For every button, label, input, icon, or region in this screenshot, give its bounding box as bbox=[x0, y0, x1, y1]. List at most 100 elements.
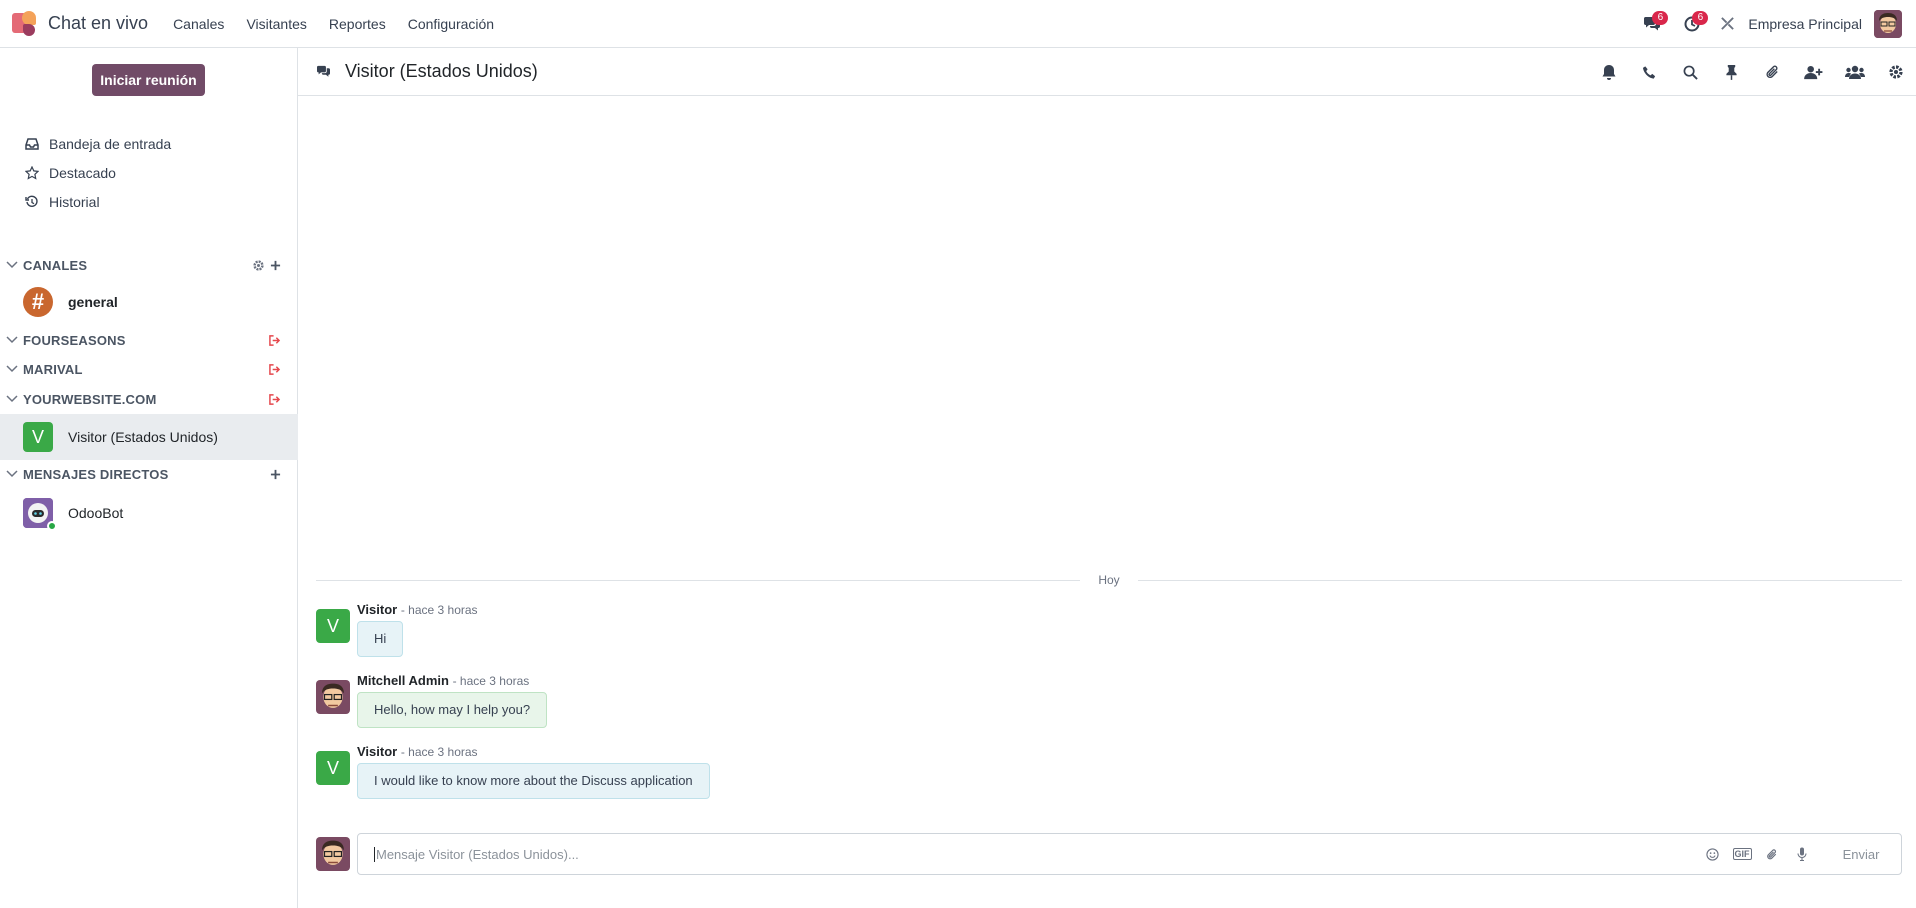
menu-item-visitantes[interactable]: Visitantes bbox=[235, 0, 317, 48]
attachments-button[interactable] bbox=[1752, 48, 1793, 96]
date-separator-label: Hoy bbox=[1098, 573, 1120, 587]
message-author[interactable]: Visitor bbox=[357, 744, 397, 759]
message-time: - hace 3 horas bbox=[452, 674, 530, 688]
message-author[interactable]: Mitchell Admin bbox=[357, 673, 449, 688]
channel-general[interactable]: # general bbox=[0, 282, 298, 322]
pin-icon bbox=[1726, 65, 1737, 80]
sidebar-item-history[interactable]: Historial bbox=[24, 188, 100, 216]
chat-odoobot[interactable]: OdooBot bbox=[0, 492, 298, 534]
emoji-icon[interactable] bbox=[1697, 847, 1727, 861]
category-label[interactable]: CANALES bbox=[23, 258, 87, 273]
gear-icon[interactable] bbox=[250, 257, 266, 273]
livechat-bubbles-icon bbox=[316, 65, 331, 78]
gif-button[interactable]: GIF bbox=[1727, 848, 1757, 860]
visitor-avatar: V bbox=[23, 422, 53, 452]
tools-icon bbox=[1721, 17, 1734, 30]
chevron-down-icon[interactable] bbox=[6, 261, 20, 269]
sidebar-item-label: Bandeja de entrada bbox=[49, 136, 172, 152]
top-navbar: Chat en vivo Canales Visitantes Reportes… bbox=[0, 0, 1916, 48]
live-chat-logo-icon[interactable] bbox=[12, 10, 38, 37]
sidebar-item-label: Historial bbox=[49, 194, 100, 210]
category-label[interactable]: MARIVAL bbox=[23, 362, 83, 377]
inbox-icon bbox=[24, 138, 40, 150]
activities-count-badge: 6 bbox=[1692, 10, 1709, 25]
channel-name: general bbox=[68, 294, 118, 310]
menu-item-canales[interactable]: Canales bbox=[162, 0, 235, 48]
main-menu: Canales Visitantes Reportes Configuració… bbox=[162, 0, 505, 48]
pinned-messages-button[interactable] bbox=[1711, 48, 1752, 96]
message-time: - hace 3 horas bbox=[400, 603, 478, 617]
leave-icon[interactable] bbox=[266, 361, 282, 377]
search-icon bbox=[1683, 65, 1698, 80]
discuss-sidebar: Iniciar reunión Bandeja de entrada Desta… bbox=[0, 48, 298, 908]
composer-tools: GIF Enviar bbox=[1697, 834, 1901, 874]
current-user-avatar bbox=[316, 837, 350, 871]
odoobot-avatar bbox=[23, 498, 57, 531]
add-users-button[interactable] bbox=[1793, 48, 1834, 96]
thread-actions bbox=[1588, 48, 1916, 96]
member-list-button[interactable] bbox=[1834, 48, 1875, 96]
systray: 6 6 Empresa Principal bbox=[1632, 0, 1916, 48]
visitor-avatar[interactable]: V bbox=[316, 751, 350, 785]
app-name[interactable]: Chat en vivo bbox=[48, 13, 148, 34]
microphone-icon[interactable] bbox=[1787, 847, 1817, 861]
thread-settings-button[interactable] bbox=[1875, 48, 1916, 96]
start-meeting-button[interactable]: Iniciar reunión bbox=[92, 64, 205, 96]
category-label[interactable]: MENSAJES DIRECTOS bbox=[23, 467, 168, 482]
visitor-avatar[interactable]: V bbox=[316, 609, 350, 643]
message-body: Hello, how may I help you? bbox=[357, 692, 548, 728]
paperclip-icon bbox=[1766, 65, 1778, 79]
attach-file-icon[interactable] bbox=[1757, 848, 1787, 861]
thread-title: Visitor (Estados Unidos) bbox=[345, 61, 538, 81]
history-icon bbox=[24, 195, 40, 209]
chevron-down-icon[interactable] bbox=[6, 365, 20, 373]
channel-hash-avatar: # bbox=[23, 287, 53, 317]
add-chat-icon[interactable] bbox=[267, 466, 283, 482]
star-icon bbox=[24, 166, 40, 180]
leave-icon[interactable] bbox=[266, 391, 282, 407]
message-input[interactable] bbox=[374, 846, 1374, 862]
gear-icon bbox=[1888, 65, 1903, 79]
channel-name: OdooBot bbox=[68, 505, 124, 521]
menu-item-reportes[interactable]: Reportes bbox=[318, 0, 397, 48]
chevron-down-icon[interactable] bbox=[6, 395, 20, 403]
category-fourseasons: FOURSEASONS bbox=[0, 326, 298, 354]
user-plus-icon bbox=[1804, 65, 1823, 79]
channel-visitor-estados-unidos[interactable]: V Visitor (Estados Unidos) bbox=[0, 414, 298, 460]
category-label[interactable]: YOURWEBSITE.COM bbox=[23, 392, 157, 407]
chevron-down-icon[interactable] bbox=[6, 470, 20, 478]
message-header: Visitor - hace 3 horas bbox=[357, 744, 478, 759]
gif-icon: GIF bbox=[1732, 848, 1752, 860]
message-author[interactable]: Visitor bbox=[357, 602, 397, 617]
add-channel-icon[interactable] bbox=[267, 257, 283, 273]
notification-settings-button[interactable] bbox=[1588, 48, 1629, 96]
chevron-down-icon[interactable] bbox=[6, 336, 20, 344]
category-direct-messages: MENSAJES DIRECTOS bbox=[0, 460, 298, 488]
messages-count-badge: 6 bbox=[1652, 10, 1669, 25]
date-separator: Hoy bbox=[316, 572, 1902, 588]
debug-tools-button[interactable] bbox=[1712, 0, 1742, 48]
activities-menu-button[interactable]: 6 bbox=[1672, 0, 1712, 48]
send-button[interactable]: Enviar bbox=[1821, 847, 1901, 862]
category-channels: CANALES bbox=[0, 251, 298, 279]
sidebar-item-inbox[interactable]: Bandeja de entrada bbox=[24, 130, 171, 158]
company-switcher[interactable]: Empresa Principal bbox=[1748, 16, 1862, 32]
user-avatar[interactable] bbox=[1874, 9, 1902, 38]
start-call-button[interactable] bbox=[1629, 48, 1670, 96]
bell-icon bbox=[1602, 64, 1615, 80]
online-status-icon bbox=[47, 521, 57, 531]
category-label[interactable]: FOURSEASONS bbox=[23, 333, 126, 348]
message-time: - hace 3 horas bbox=[400, 745, 478, 759]
message-header: Visitor - hace 3 horas bbox=[357, 602, 478, 617]
message-header: Mitchell Admin - hace 3 horas bbox=[357, 673, 529, 688]
messaging-menu-button[interactable]: 6 bbox=[1632, 0, 1672, 48]
menu-item-configuracion[interactable]: Configuración bbox=[397, 0, 505, 48]
thread-header: Visitor (Estados Unidos) bbox=[298, 48, 1916, 96]
sidebar-item-starred[interactable]: Destacado bbox=[24, 159, 116, 187]
search-messages-button[interactable] bbox=[1670, 48, 1711, 96]
mitchell-admin-avatar[interactable] bbox=[316, 680, 350, 714]
channel-name: Visitor (Estados Unidos) bbox=[68, 429, 218, 445]
leave-icon[interactable] bbox=[266, 332, 282, 348]
users-icon bbox=[1844, 65, 1865, 79]
sidebar-item-label: Destacado bbox=[49, 165, 116, 181]
